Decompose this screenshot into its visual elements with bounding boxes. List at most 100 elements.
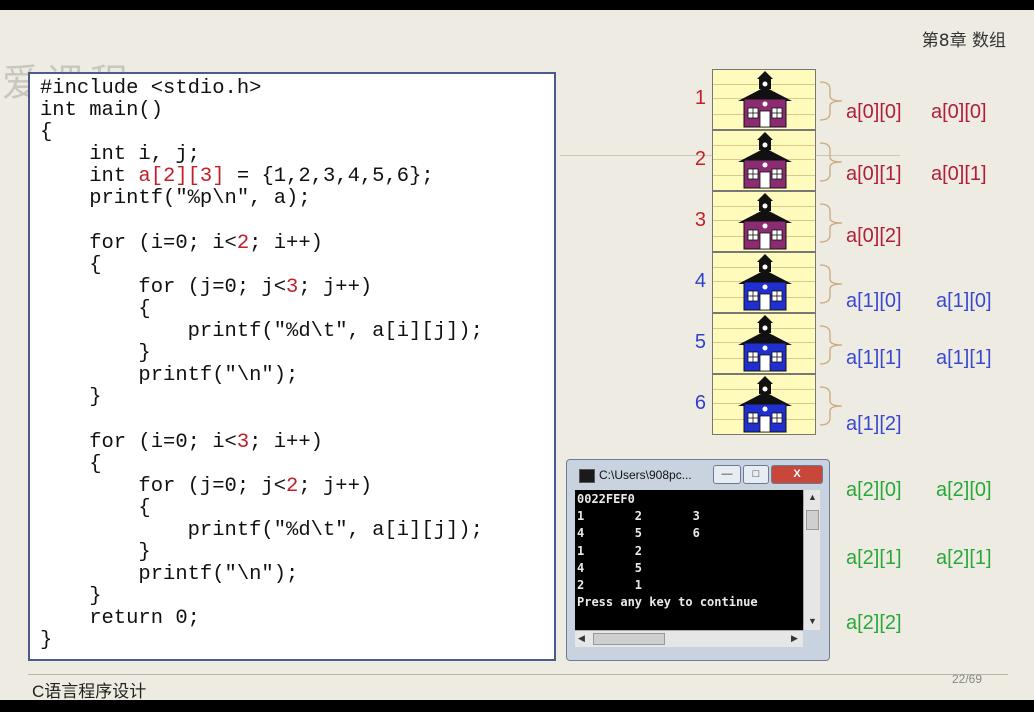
code-text: printf("%d\t", a[i][j]); — [40, 518, 483, 542]
code-line: printf("\n"); — [40, 564, 483, 586]
code-line: printf("%d\t", a[i][j]); — [40, 518, 483, 542]
console-line: 1 2 — [577, 543, 643, 558]
code-highlight: a[2][3] — [138, 165, 225, 189]
code-text: ; i++) — [249, 231, 323, 255]
horizontal-scrollbar[interactable]: ◀ ▶ — [575, 630, 803, 647]
element-label-alt: a[2][1] — [936, 547, 992, 569]
brace-icon — [819, 264, 843, 304]
code-line: } — [40, 540, 483, 564]
code-line: for (j=0; j<2; j++) — [40, 474, 483, 498]
console-line: 0022FEF0 — [577, 492, 635, 506]
console-output: 0022FEF0 1 2 3 4 5 6 1 2 4 5 2 1 Press any key… — [575, 490, 803, 630]
element-label-alt: a[0][1] — [931, 163, 987, 185]
console-line: 2 1 — [577, 578, 643, 592]
code-text: { — [40, 121, 53, 145]
code-text: { — [40, 297, 151, 321]
scroll-right-icon[interactable]: ▶ — [791, 633, 798, 644]
element-label-alt: a[1][0] — [936, 290, 992, 312]
maximize-button[interactable]: □ — [743, 465, 769, 484]
scroll-up-icon[interactable]: ▲ — [808, 492, 817, 502]
console-line: Press any key to continue — [577, 595, 758, 610]
code-text: int — [40, 165, 139, 189]
memory-cell — [712, 252, 816, 313]
vertical-scrollbar[interactable]: ▲ ▼ — [803, 490, 820, 630]
code-text: { — [40, 253, 102, 277]
code-line: for (i=0; i<3; i++) — [40, 430, 483, 454]
element-label: a[0][2] — [846, 225, 902, 247]
code-line: } — [40, 387, 483, 409]
element-label: a[2][0] — [846, 479, 902, 501]
code-text: printf("%d\t", a[i][j]); — [40, 320, 483, 344]
console-app-icon — [579, 469, 595, 483]
element-label: a[2][1] — [846, 547, 902, 569]
console-window[interactable]: C:\Users\908pc... — □ X 0022FEF0 1 2 3 4 5… — [566, 459, 830, 661]
code-text: for (j=0; j< — [40, 474, 287, 498]
code-text: } — [40, 386, 102, 410]
memory-cell — [712, 130, 816, 191]
code-listing: #include <stdio.h> int main(){ int i, j; … — [40, 77, 483, 652]
brace-icon — [819, 203, 843, 243]
code-line: #include <stdio.h> — [40, 77, 483, 100]
code-text: } — [40, 585, 102, 609]
code-line: for (i=0; i<2; i++) — [40, 231, 483, 255]
slide: 爱课程 第8章 数组 #include <stdio.h>int main(){… — [0, 10, 1034, 700]
code-text: { — [40, 452, 102, 476]
code-line: { — [40, 297, 483, 321]
element-label: a[1][2] — [846, 413, 902, 435]
code-text: printf("\n"); — [40, 563, 299, 587]
code-line: int a[2][3] = {1,2,3,4,5,6}; — [40, 166, 483, 188]
close-button[interactable]: X — [771, 465, 823, 484]
console-line: 1 2 3 — [577, 509, 700, 524]
cell-index: 5 — [694, 331, 706, 353]
memory-cell — [712, 69, 816, 130]
code-highlight: 2 — [236, 231, 250, 255]
memory-diagram — [712, 69, 816, 435]
element-label: a[0][0] — [846, 101, 902, 123]
code-line: } — [40, 630, 483, 652]
element-label-alt: a[1][1] — [936, 347, 992, 369]
code-text: ; i++) — [249, 430, 323, 454]
code-highlight: 3 — [286, 275, 299, 299]
code-text: for (j=0; j< — [40, 275, 287, 299]
code-text: } — [40, 540, 151, 564]
page-number: 22/69 — [951, 672, 982, 686]
brace-icon — [819, 325, 843, 365]
code-line: } — [40, 343, 483, 365]
brace-icon — [819, 142, 843, 182]
code-line: int i, j; — [40, 144, 483, 166]
code-text: for (i=0; i< — [40, 430, 237, 454]
code-text: { — [40, 496, 151, 520]
chapter-title: 第8章 数组 — [921, 31, 1006, 51]
scroll-thumb-horizontal[interactable] — [593, 633, 665, 645]
minimize-button[interactable]: — — [713, 465, 741, 484]
cell-index: 3 — [694, 209, 706, 231]
element-label-alt: a[2][0] — [936, 479, 992, 501]
scroll-thumb[interactable] — [806, 510, 819, 530]
code-text: return 0; — [40, 607, 200, 631]
memory-cell — [712, 191, 816, 252]
code-text: printf("\n"); — [40, 364, 299, 388]
code-highlight: 2 — [286, 474, 299, 498]
code-line: int main() — [40, 100, 483, 122]
console-line: 4 5 6 — [577, 526, 700, 541]
element-label: a[1][0] — [846, 290, 902, 312]
code-text: #include <stdio.h> — [40, 77, 262, 100]
code-text: for (i=0; i< — [40, 231, 237, 255]
code-line: { — [40, 122, 483, 144]
scroll-left-icon[interactable]: ◀ — [578, 633, 585, 644]
code-line: } — [40, 586, 483, 608]
code-highlight: 3 — [236, 430, 250, 454]
code-line: for (j=0; j<3; j++) — [40, 275, 483, 299]
element-label: a[1][1] — [846, 347, 902, 369]
cell-index: 2 — [694, 148, 706, 170]
code-text: int main() — [40, 99, 164, 123]
cell-index: 6 — [694, 392, 706, 414]
console-line: 4 5 — [577, 560, 643, 575]
brace-icon — [819, 81, 843, 121]
scroll-down-icon[interactable]: ▼ — [808, 616, 817, 626]
code-text: ; j++) — [298, 474, 373, 498]
code-text: } — [40, 342, 151, 366]
element-label: a[0][1] — [846, 163, 902, 185]
cell-index: 4 — [694, 270, 706, 292]
